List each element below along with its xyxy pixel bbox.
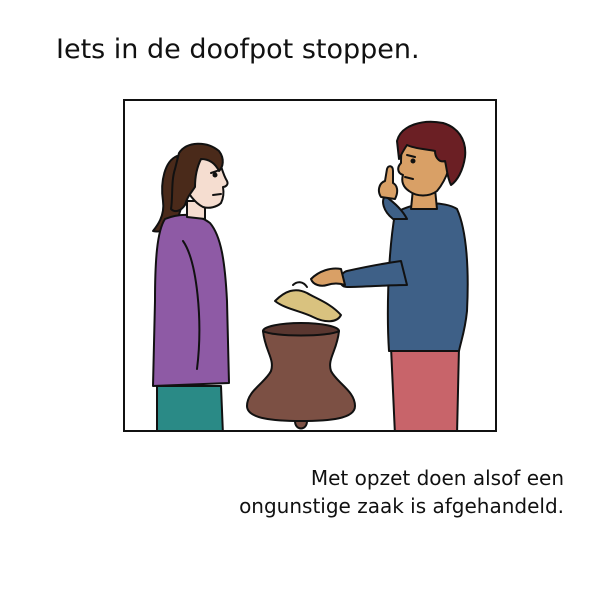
illustration-panel [123,99,497,432]
page-title: Iets in de doofpot stoppen. [56,34,420,65]
caption: Met opzet doen alsof een ongunstige zaak… [239,464,564,520]
caption-line-2: ongunstige zaak is afgehandeld. [239,494,564,518]
illustration [152,120,469,430]
doofpot [246,322,356,430]
doofpot-lid [274,281,342,323]
woman-figure [152,142,230,430]
caption-line-1: Met opzet doen alsof een [310,466,564,490]
